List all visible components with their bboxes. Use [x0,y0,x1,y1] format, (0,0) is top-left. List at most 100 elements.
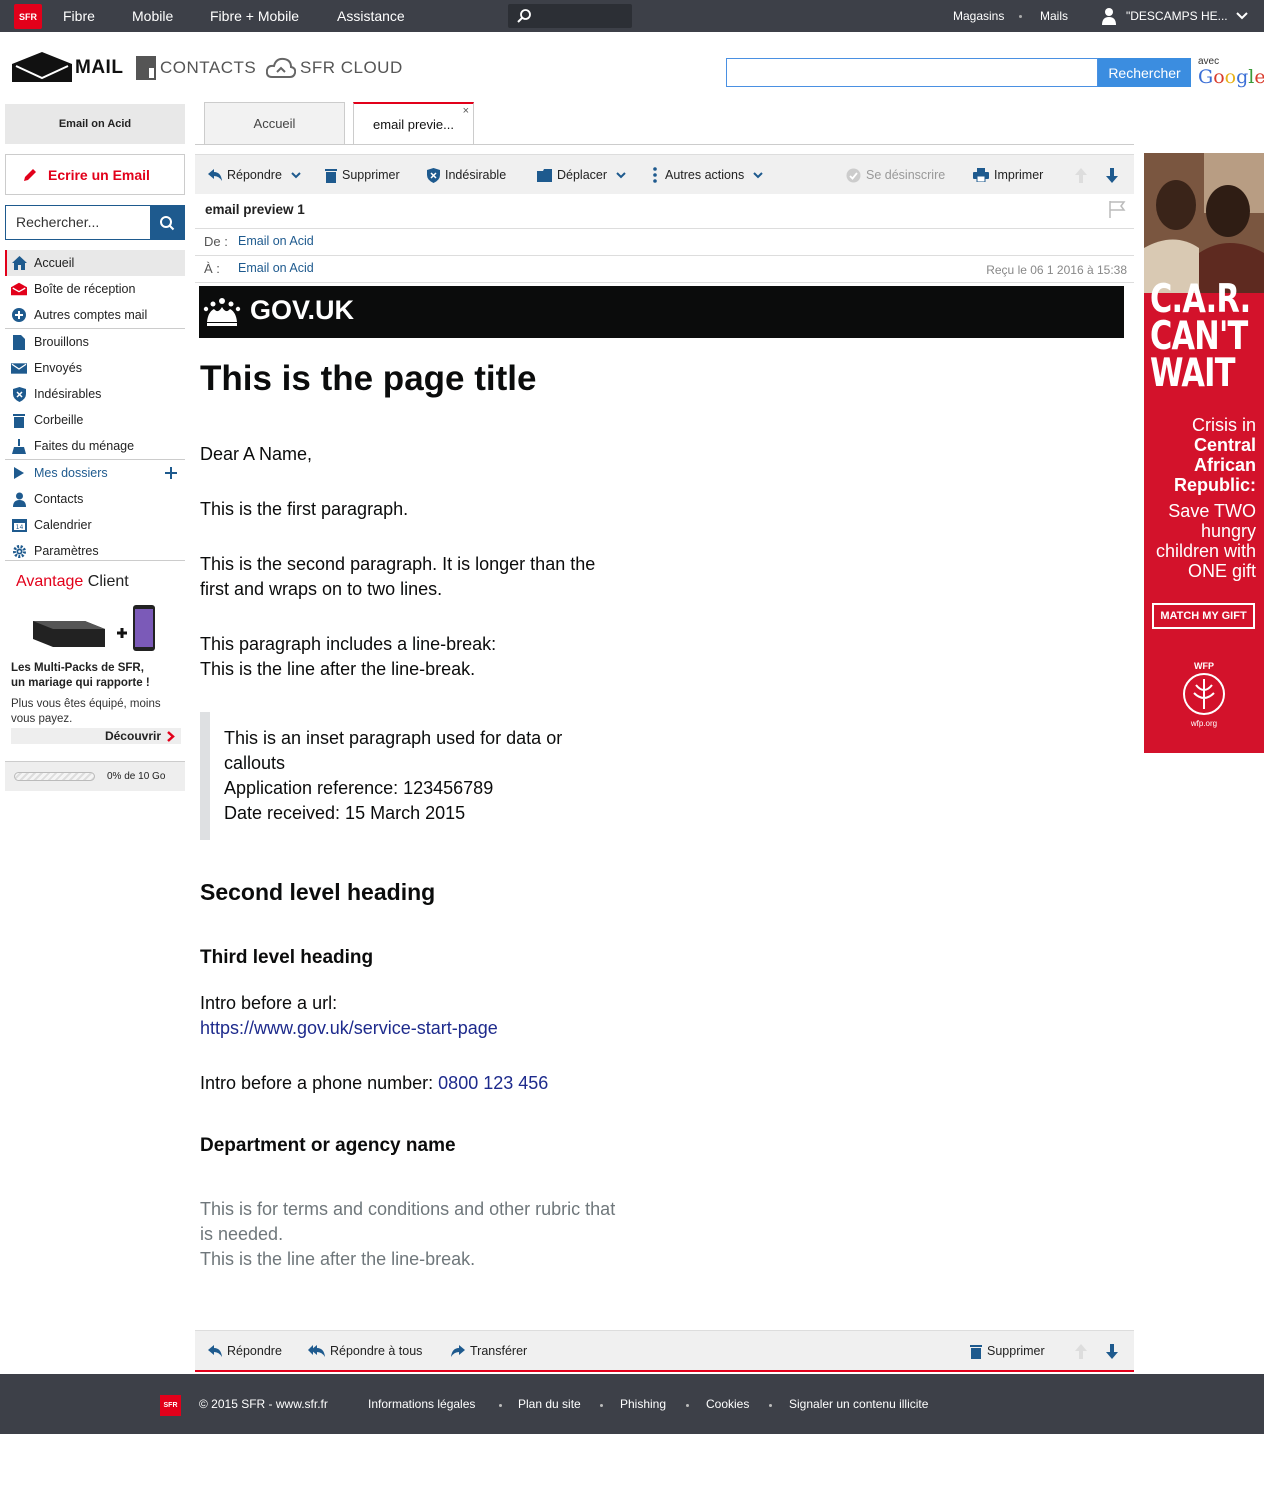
sfr-logo[interactable]: SFR [14,4,42,29]
divider [195,144,1134,145]
ad-crisis-text: Crisis in Central African Republic: Save… [1155,415,1256,581]
delete-button[interactable]: Supprimer [325,155,400,195]
promo-box[interactable]: Avantage Client Les Multi-Packs de SFR, u… [5,560,185,746]
forward-button[interactable]: Transférer [450,1331,527,1371]
reply-button-bottom[interactable]: Répondre [208,1331,282,1371]
search-icon [160,215,175,230]
top-bar: SFR Fibre Mobile Fibre + Mobile Assistan… [0,0,1264,32]
sidebar-item-trash[interactable]: Corbeille [5,407,185,433]
draft-icon [11,334,27,350]
spam-button[interactable]: Indésirable [427,155,506,195]
nav-mobile[interactable]: Mobile [132,0,173,32]
more-actions-button[interactable]: Autres actions [653,155,768,195]
crown-icon [203,298,241,326]
footer-phishing-link[interactable]: Phishing [620,1397,666,1411]
mail-brand[interactable]: MAIL [12,52,123,82]
sidebar-search-input[interactable]: Rechercher... [6,206,150,239]
sidebar-item-spam[interactable]: Indésirables [5,381,185,407]
gear-icon [11,543,27,559]
nav-assistance[interactable]: Assistance [337,0,405,32]
footer: SFR © 2015 SFR - www.sfr.fr Informations… [0,1374,1264,1434]
trash-icon [11,412,27,428]
user-menu[interactable]: "DESCAMPS HE... [1126,0,1228,32]
top-search-field[interactable] [508,4,632,28]
contacts-brand[interactable]: CONTACTS [136,56,256,80]
footer-legal-link[interactable]: Informations légales [368,1397,475,1411]
nav-fibre-mobile[interactable]: Fibre + Mobile [210,0,299,32]
footer-sitemap-link[interactable]: Plan du site [518,1397,581,1411]
separator-dot [686,1404,689,1407]
tab-email-preview[interactable]: email previe... × [353,102,474,145]
govuk-logo-text[interactable]: GOV.UK [250,295,354,326]
folder-list: Accueil Boîte de réception Autres compte… [5,250,185,564]
sidebar-item-drafts[interactable]: Brouillons [5,329,185,355]
product-image [33,605,155,651]
next-message-arrow-icon[interactable] [1106,168,1118,183]
move-button[interactable]: Déplacer [537,155,631,195]
print-button[interactable]: Imprimer [973,155,1043,195]
sidebar-item-my-folders[interactable]: Mes dossiers [5,460,185,486]
from-label: De : [204,234,228,249]
account-name[interactable]: Email on Acid [5,104,185,144]
footer-cookies-link[interactable]: Cookies [706,1397,749,1411]
email-terms: This is for terms and conditions and oth… [200,1199,616,1269]
message-toolbar: Répondre Supprimer Indésirable Déplacer … [195,154,1134,194]
mail-envelope-icon [12,52,72,82]
footer-sfr-logo[interactable]: SFR [160,1395,181,1416]
sidebar-search-button[interactable] [150,206,184,239]
close-tab-icon[interactable]: × [463,105,469,117]
phone-link[interactable]: 0800 123 456 [438,1073,548,1093]
footer-copyright[interactable]: © 2015 SFR - www.sfr.fr [199,1397,328,1411]
wfp-banner-ad[interactable]: C.A.R. CAN'T WAIT Crisis in Central Afri… [1144,153,1264,753]
next-message-arrow-icon[interactable] [1106,1344,1118,1359]
tab-accueil[interactable]: Accueil [204,102,345,144]
divider [195,282,1134,283]
previous-message-arrow-icon[interactable] [1075,168,1087,183]
google-logo: avec Google [1198,56,1264,88]
nav-fibre[interactable]: Fibre [63,0,95,32]
footer-report-link[interactable]: Signaler un contenu illicite [789,1397,928,1411]
chevron-down-icon[interactable] [1236,12,1248,20]
email-department-name: Department or agency name [200,1135,456,1156]
sidebar-item-accueil[interactable]: Accueil [5,250,185,276]
sidebar-item-cleanup[interactable]: Faites du ménage [5,433,185,459]
pencil-icon [24,168,36,181]
sidebar-item-inbox[interactable]: Boîte de réception [5,276,185,302]
email-paragraph-3: This paragraph includes a line-break: Thi… [200,634,497,679]
service-url-link[interactable]: https://www.gov.uk/service-start-page [200,1018,498,1038]
chevron-down-icon [291,171,301,178]
sidebar-search[interactable]: Rechercher... [5,205,185,240]
flag-icon[interactable] [1108,200,1126,218]
message-bottom-toolbar: Répondre Répondre à tous Transférer Supp… [195,1330,1134,1370]
email-paragraph-2: This is the second paragraph. It is long… [200,554,596,599]
stores-link[interactable]: Magasins [953,0,1004,32]
children-photo [1144,153,1264,293]
home-icon [11,255,27,271]
wfp-logo: WFP wfp.org [1179,661,1229,731]
from-sender[interactable]: Email on Acid [238,234,314,248]
sidebar-item-sent[interactable]: Envoyés [5,355,185,381]
reply-button[interactable]: Répondre [208,155,306,195]
plus-circle-icon [11,307,27,323]
delete-button-bottom[interactable]: Supprimer [970,1331,1045,1371]
add-folder-icon[interactable] [165,467,177,479]
cloud-brand[interactable]: SFR CLOUD [266,56,403,80]
sidebar-item-other-accounts[interactable]: Autres comptes mail [5,302,185,328]
main-search-input[interactable] [726,58,1098,87]
trash-icon [970,1344,982,1359]
previous-message-arrow-icon[interactable] [1075,1344,1087,1359]
reply-all-button[interactable]: Répondre à tous [308,1331,422,1371]
broom-icon [11,438,27,454]
unsubscribe-button[interactable]: Se désinscrire [846,155,945,195]
promo-discover-link[interactable]: Découvrir [11,728,181,744]
mails-link[interactable]: Mails [1040,0,1068,32]
search-button[interactable]: Rechercher [1098,58,1191,87]
reply-icon [208,1345,222,1357]
message-subject: email preview 1 [205,202,305,217]
sidebar-item-contacts[interactable]: Contacts [5,486,185,512]
printer-icon [973,168,989,182]
match-my-gift-button[interactable]: MATCH MY GIFT [1152,603,1255,629]
compose-button[interactable]: Ecrire un Email [5,154,185,195]
to-recipient[interactable]: Email on Acid [238,261,314,275]
sidebar-item-calendar[interactable]: 14 Calendrier [5,512,185,538]
